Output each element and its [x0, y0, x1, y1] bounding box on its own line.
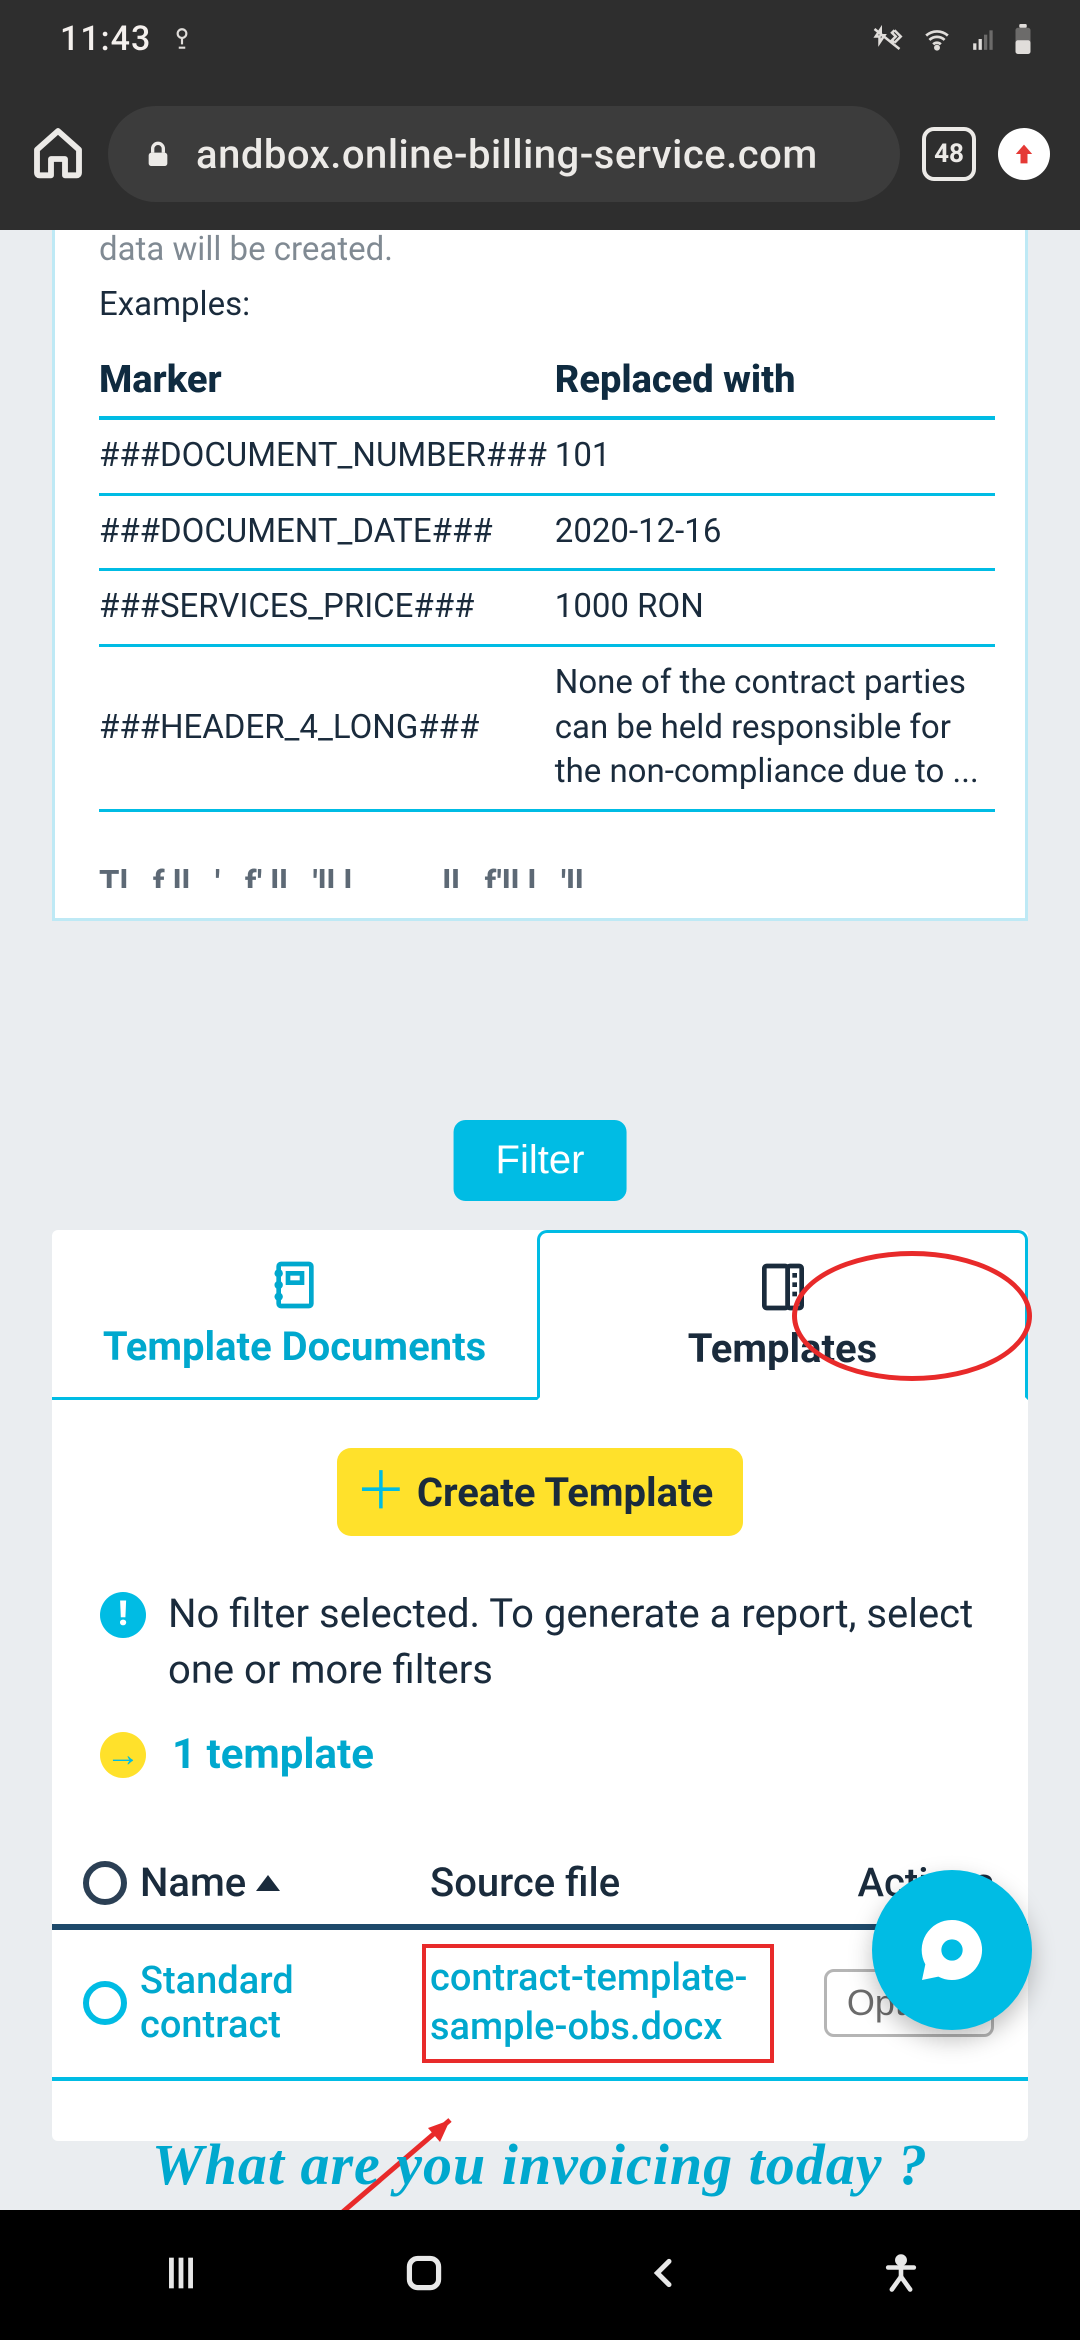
battery-icon: [1014, 24, 1032, 54]
page-viewport: data will be created. Examples: Marker R…: [0, 230, 1080, 2210]
status-icons: [870, 24, 1032, 54]
arrow-right-icon: →: [100, 1732, 146, 1778]
vibrate-icon: [870, 24, 904, 54]
tab-templates[interactable]: Templates: [537, 1230, 1028, 1400]
filter-alert: ! No filter selected. To generate a repo…: [52, 1536, 1028, 1698]
plus-icon: ＋: [355, 1466, 407, 1518]
templates-card: Template Documents Templates ＋ Create Te…: [52, 1230, 1028, 2141]
recent-apps-button[interactable]: [158, 2250, 204, 2300]
url-text: andbox.online-billing-service.com: [196, 131, 866, 178]
filter-button[interactable]: Filter: [454, 1120, 627, 1201]
tabs-row: Template Documents Templates: [52, 1230, 1028, 1400]
tab-label: Template Documents: [103, 1323, 486, 1370]
row-select[interactable]: [70, 1981, 140, 2025]
home-nav-button[interactable]: [399, 2248, 449, 2302]
examples-label: Examples:: [99, 283, 995, 328]
col-source: Source file: [430, 1859, 814, 1906]
templates-table-header: Name Source file Actions: [52, 1779, 1028, 1930]
table-row: ###DOCUMENT_DATE### 2020-12-16: [99, 494, 995, 570]
table-row: ###DOCUMENT_NUMBER### 101: [99, 418, 995, 494]
chat-fab[interactable]: [872, 1870, 1032, 2030]
col-replaced: Replaced with: [555, 345, 995, 418]
clock: 11:43: [60, 19, 151, 59]
signal-icon: [970, 26, 998, 52]
android-navbar: [0, 2210, 1080, 2340]
sort-asc-icon: [256, 1875, 280, 1891]
count-text: 1 template: [172, 1730, 374, 1779]
table-row: ###HEADER_4_LONG### None of the contract…: [99, 646, 995, 811]
create-template-button[interactable]: ＋ Create Template: [337, 1448, 743, 1536]
template-name-link[interactable]: Standard contract: [140, 1959, 430, 2047]
tagline: What are you invoicing today ?: [0, 2131, 1080, 2198]
template-icon: [755, 1259, 811, 1315]
col-name[interactable]: Name: [140, 1859, 430, 1906]
browser-toolbar: andbox.online-billing-service.com 48: [0, 78, 1080, 230]
home-button[interactable]: [30, 124, 86, 184]
tabs-button[interactable]: 48: [922, 127, 976, 181]
lock-icon: [142, 138, 174, 170]
tab-label: Templates: [688, 1325, 877, 1372]
wifi-icon: [920, 26, 954, 52]
alert-text: No filter selected. To generate a report…: [168, 1586, 980, 1698]
markers-table: Marker Replaced with ###DOCUMENT_NUMBER#…: [99, 345, 995, 812]
notification-icons: [169, 26, 195, 52]
chat-icon: [912, 1910, 992, 1990]
info-panel: data will be created. Examples: Marker R…: [52, 230, 1028, 921]
update-badge[interactable]: [998, 128, 1050, 180]
truncated-line: data will be created.: [99, 230, 995, 273]
table-row: ###SERVICES_PRICE### 1000 RON: [99, 570, 995, 646]
template-count[interactable]: → 1 template: [52, 1698, 1028, 1779]
select-all[interactable]: [70, 1861, 140, 1905]
source-file-link[interactable]: contract-template-sample-obs.docx: [430, 1954, 814, 2053]
android-statusbar: 11:43: [0, 0, 1080, 78]
back-nav-button[interactable]: [644, 2253, 684, 2297]
tab-template-documents[interactable]: Template Documents: [52, 1230, 537, 1400]
truncated-bottom: Tl f ll ' f' ll 'll l ll f'll l 'll: [99, 862, 995, 888]
document-icon: [267, 1257, 323, 1313]
alert-icon: !: [100, 1592, 146, 1638]
create-label: Create Template: [417, 1469, 713, 1516]
col-marker: Marker: [99, 345, 555, 418]
address-bar[interactable]: andbox.online-billing-service.com: [108, 106, 900, 202]
accessibility-button[interactable]: [879, 2251, 923, 2299]
